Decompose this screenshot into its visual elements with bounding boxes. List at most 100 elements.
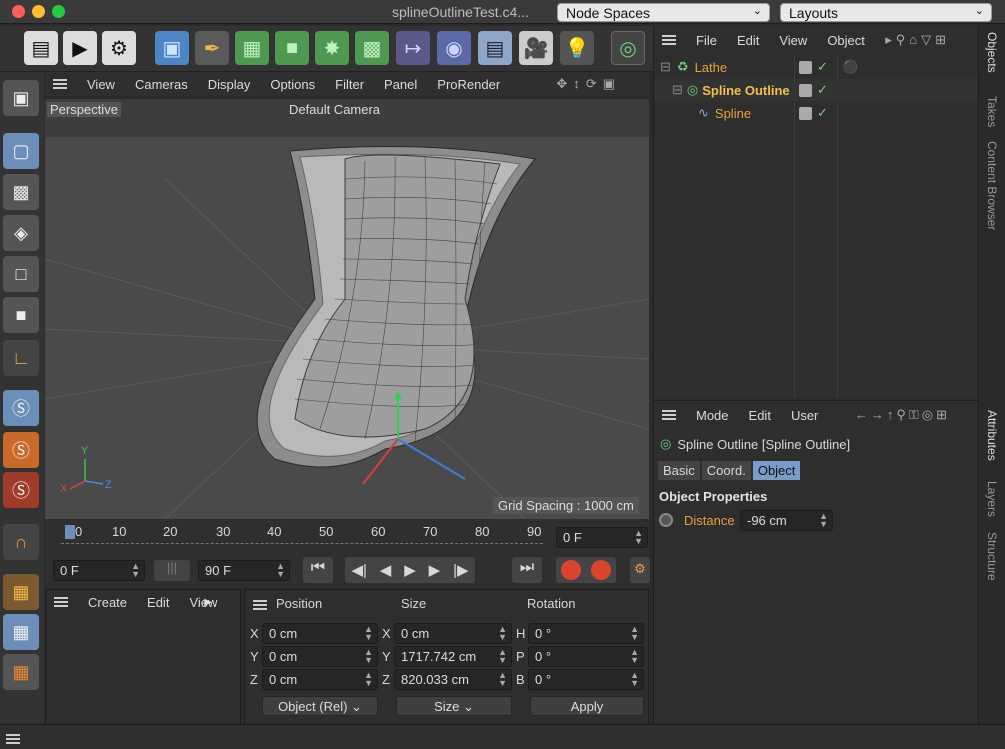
magnet-icon[interactable]: ∩ [3, 524, 39, 560]
autokey-icon[interactable] [591, 560, 611, 580]
light-icon[interactable]: 💡 [560, 31, 594, 65]
viewport-label[interactable]: Perspective [47, 102, 121, 117]
menu-user[interactable]: User [791, 408, 818, 423]
spline-array-icon[interactable]: ✸ [315, 31, 349, 65]
menu-filter[interactable]: Filter [335, 77, 364, 92]
hamburger-icon[interactable] [53, 79, 67, 89]
collapse-icon[interactable]: ⊟ [660, 59, 671, 75]
axis-icon[interactable]: ∟ [3, 340, 39, 376]
size-mode-dropdown[interactable]: Size ⌄ [396, 696, 512, 716]
next-frame-icon[interactable]: ▶ [429, 561, 441, 579]
tab-basic[interactable]: Basic [658, 461, 700, 480]
go-to-end-icon[interactable]: ⏭ [512, 557, 542, 583]
lock-workplane-icon[interactable]: ▦ [3, 614, 39, 650]
enabled-check-icon[interactable]: ✓ [817, 105, 828, 121]
tab-attributes[interactable]: Attributes [985, 410, 999, 461]
symmetry-icon[interactable]: ↦ [396, 31, 430, 65]
snap-s-icon[interactable]: Ⓢ [3, 390, 39, 426]
expand-arrow-icon[interactable]: ▶ [204, 597, 212, 608]
floor-icon[interactable]: ▤ [478, 31, 512, 65]
menu-display[interactable]: Display [208, 77, 251, 92]
hamburger-icon[interactable] [54, 597, 68, 607]
enabled-check-icon[interactable]: ✓ [817, 82, 828, 98]
timeline-playhead[interactable] [65, 525, 75, 539]
visibility-icon[interactable] [799, 83, 812, 97]
size-y-field[interactable]: 1717.742 cm ▲ ▼ [394, 646, 512, 667]
menu-view[interactable]: View [87, 77, 115, 92]
rotation-p-field[interactable]: 0 ° ▲ ▼ [528, 646, 644, 667]
tab-object[interactable]: Object [752, 461, 801, 480]
menu-edit[interactable]: Edit [749, 408, 771, 423]
node-spaces-dropdown[interactable]: Node Spaces ⌄ [557, 3, 770, 22]
perspective-viewport[interactable]: Perspective Default Camera Y X Z Grid Sp… [45, 99, 649, 519]
tab-layers[interactable]: Layers [985, 481, 999, 517]
menu-panel[interactable]: Panel [384, 77, 417, 92]
end-frame-field[interactable]: 90 F ▲ ▼ [198, 560, 290, 581]
extrude-icon[interactable]: ■ [275, 31, 309, 65]
model-mode-icon[interactable]: ▢ [3, 133, 39, 169]
clapper-icon[interactable]: ▤ [24, 31, 58, 65]
start-frame-field[interactable]: 0 F ▲ ▼ [53, 560, 145, 581]
tab-objects[interactable]: Objects [985, 32, 999, 73]
menu-file[interactable]: File [696, 33, 717, 48]
deformer-icon[interactable]: ◉ [437, 31, 471, 65]
menu-edit[interactable]: Edit [147, 595, 169, 610]
previous-key-icon[interactable]: ◀| [351, 561, 366, 579]
tab-content-browser[interactable]: Content Browser [985, 141, 999, 230]
pen-icon[interactable]: ✒ [195, 31, 229, 65]
cube-icon[interactable]: ▣ [155, 31, 189, 65]
hamburger-icon[interactable] [662, 35, 676, 45]
hamburger-icon[interactable] [662, 410, 676, 420]
animate-dot-icon[interactable] [659, 513, 673, 527]
layouts-dropdown[interactable]: Layouts ⌄ [780, 3, 992, 22]
hamburger-icon[interactable] [253, 600, 267, 610]
apply-button[interactable]: Apply [530, 696, 644, 716]
rotation-h-field[interactable]: 0 ° ▲ ▼ [528, 623, 644, 644]
points-mode-icon[interactable]: ◈ [3, 215, 39, 251]
edges-mode-icon[interactable]: □ [3, 256, 39, 292]
navigation-icons[interactable]: ✥↕⟳▣ [556, 76, 621, 92]
material-tag-icon[interactable]: ⚫ [842, 59, 858, 75]
attributes-nav-icons[interactable]: ←→↑⚲⚿◎⊞ [855, 407, 950, 423]
tab-structure[interactable]: Structure [985, 532, 999, 581]
menu-options[interactable]: Options [270, 77, 315, 92]
position-z-field[interactable]: 0 cm ▲ ▼ [262, 669, 378, 690]
enabled-check-icon[interactable]: ✓ [817, 59, 828, 75]
hamburger-icon[interactable] [6, 734, 20, 744]
menu-prorender[interactable]: ProRender [437, 77, 500, 92]
make-editable-icon[interactable]: ▣ [3, 80, 39, 116]
tree-item-spline-outline[interactable]: ⊟ ◎ Spline Outline ✓ [654, 79, 979, 101]
range-slider[interactable]: ||| [154, 560, 190, 581]
rotation-b-field[interactable]: 0 ° ▲ ▼ [528, 669, 644, 690]
position-y-field[interactable]: 0 cm ▲ ▼ [262, 646, 378, 667]
workplane-icon[interactable]: ▦ [3, 574, 39, 610]
record-icon[interactable] [561, 560, 581, 580]
keyframe-settings-icon[interactable]: ⚙ [630, 557, 650, 583]
previous-frame-icon[interactable]: ◀ [380, 561, 392, 579]
tree-item-spline[interactable]: ∿ Spline ✓ [654, 102, 979, 124]
tab-coord[interactable]: Coord. [701, 461, 751, 480]
subdivision-icon[interactable]: ▦ [235, 31, 269, 65]
tab-takes[interactable]: Takes [985, 96, 999, 127]
play-icon[interactable]: ▶ [404, 561, 416, 579]
size-z-field[interactable]: 820.033 cm ▲ ▼ [394, 669, 512, 690]
spline-outline-icon[interactable]: ◎ [611, 31, 645, 65]
distance-field[interactable]: -96 cm ▲ ▼ [740, 510, 833, 531]
camera-icon[interactable]: 🎥 [519, 31, 553, 65]
menu-object[interactable]: Object [827, 33, 865, 48]
menu-view[interactable]: View [779, 33, 807, 48]
render-icon[interactable]: ▶ [63, 31, 97, 65]
go-to-start-icon[interactable]: ⏮ [303, 557, 333, 583]
close-window-button[interactable] [12, 5, 25, 18]
tree-item-lathe[interactable]: ⊟ ♻ Lathe ✓ ⚫ [654, 56, 979, 78]
menu-cameras[interactable]: Cameras [135, 77, 188, 92]
coordinate-mode-dropdown[interactable]: Object (Rel) ⌄ [262, 696, 378, 716]
workplane-cycle-icon[interactable]: ▦ [3, 654, 39, 690]
polygons-mode-icon[interactable]: ■ [3, 297, 39, 333]
zoom-window-button[interactable] [52, 5, 65, 18]
snap-s-red-icon[interactable]: Ⓢ [3, 472, 39, 508]
collapse-icon[interactable]: ⊟ [672, 82, 683, 98]
snap-s-orange-icon[interactable]: Ⓢ [3, 432, 39, 468]
size-x-field[interactable]: 0 cm ▲ ▼ [394, 623, 512, 644]
minimize-window-button[interactable] [32, 5, 45, 18]
